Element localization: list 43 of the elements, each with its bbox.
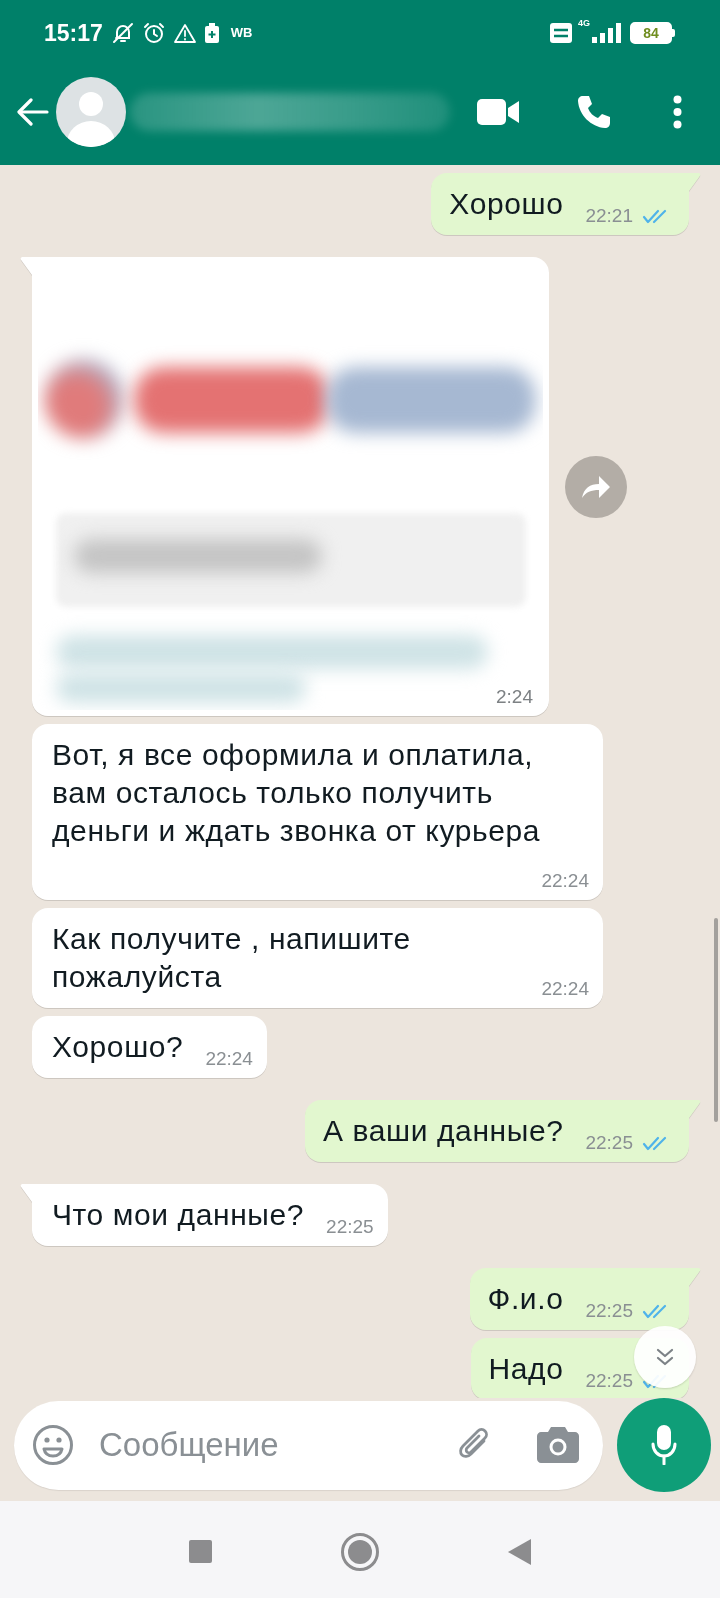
message-text: Хорошо? (52, 1030, 184, 1063)
message-text: Как получите , напишите пожалуйста (52, 922, 411, 993)
warning-icon (173, 23, 196, 43)
scrollbar[interactable] (714, 918, 718, 1122)
camera-icon[interactable] (537, 1427, 579, 1463)
signal-icon (592, 23, 622, 43)
bell-off-icon (111, 22, 134, 44)
video-camera-icon[interactable] (477, 97, 519, 126)
message-time: 22:25 (326, 1216, 374, 1238)
phone-icon[interactable] (576, 93, 612, 130)
battery-indicator: 84 (630, 22, 675, 44)
status-time: 15:17 (44, 20, 103, 46)
message-text: Хорошо (449, 187, 564, 220)
network-type: 4G (578, 18, 590, 28)
menu-icon[interactable] (673, 94, 682, 129)
alarm-clock-icon (142, 22, 165, 44)
message-time: 22:24 (541, 870, 589, 892)
message-time: 2:24 (496, 686, 533, 708)
double-chevron-down-icon (655, 1347, 675, 1367)
message-text: Надо (488, 1352, 564, 1385)
smiley-icon[interactable] (32, 1424, 74, 1466)
curved-arrow-icon (582, 475, 610, 498)
microphone-icon (651, 1425, 677, 1465)
message-time: 22:25 (585, 1300, 633, 1322)
message-text: Ф.и.о (487, 1282, 564, 1315)
message-field[interactable]: Сообщение (14, 1400, 603, 1490)
message-time: 22:24 (541, 978, 589, 1000)
back-arrow-icon[interactable] (17, 97, 49, 126)
notification-label: WB (230, 26, 253, 40)
message-time: 22:24 (205, 1048, 253, 1070)
home-circle-icon[interactable] (341, 1532, 379, 1571)
message-time: 22:25 (585, 1132, 633, 1154)
back-triangle-icon[interactable] (508, 1538, 531, 1565)
message-input[interactable]: Сообщение (99, 1423, 442, 1467)
avatar-icon[interactable] (56, 76, 126, 147)
message-time: 22:25 (585, 1370, 633, 1392)
message-text: Что мои данные? (52, 1198, 305, 1231)
message-text: Вот, я все оформила и оплатила, вам осталось только получить деньги и ждать звонка от курьера (52, 738, 541, 847)
small-battery-icon (204, 23, 219, 43)
scroll-down-button[interactable] (634, 1326, 696, 1388)
message-text: А ваши данные? (323, 1114, 564, 1147)
network-badge-icon (550, 23, 572, 43)
message-time: 22:21 (585, 205, 633, 227)
